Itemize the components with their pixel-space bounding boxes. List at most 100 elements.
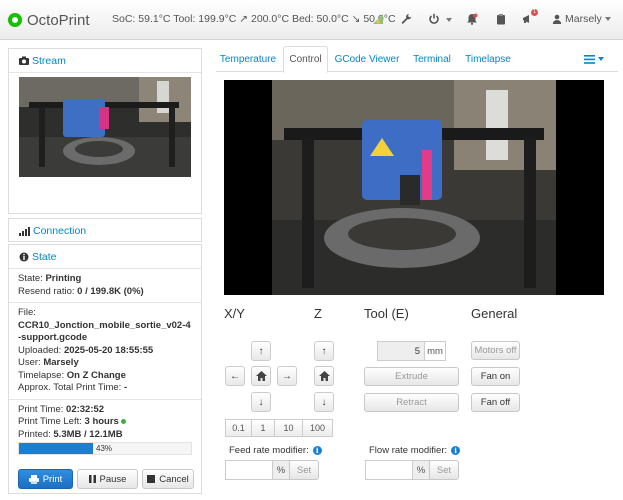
user-value: Marsely bbox=[43, 357, 79, 368]
timelapse-label: Timelapse: bbox=[18, 369, 65, 381]
brand[interactable]: OctoPrint bbox=[8, 11, 90, 29]
printed-label: Printed: bbox=[18, 428, 51, 440]
signal-bars-icon bbox=[19, 226, 30, 236]
octoprint-logo-icon bbox=[8, 13, 22, 27]
connection-panel-header[interactable]: Connection bbox=[9, 219, 201, 243]
info-circle-icon bbox=[19, 252, 29, 262]
main-tabs: Temperature Control GCode Viewer Termina… bbox=[216, 46, 618, 73]
state-details: State: Printing Resend ratio: 0 / 199.8K… bbox=[9, 269, 201, 445]
flow-rate-input[interactable] bbox=[365, 460, 413, 480]
jog-z-plus-button[interactable]: ↑ bbox=[314, 341, 334, 361]
print-time-value: 02:32:52 bbox=[66, 403, 105, 415]
connection-panel: Connection bbox=[8, 218, 202, 242]
time-left-value: 3 hours bbox=[84, 416, 119, 427]
timelapse-value: On Z Change bbox=[66, 369, 126, 381]
connection-title: Connection bbox=[33, 225, 87, 237]
webcam-stream-image bbox=[224, 80, 604, 295]
feed-rate-input[interactable] bbox=[225, 460, 273, 480]
print-button-label: Print bbox=[42, 473, 63, 485]
tab-terminal[interactable]: Terminal bbox=[408, 46, 456, 72]
stream-panel: Stream bbox=[8, 48, 202, 214]
time-left-label: Print Time Left: bbox=[18, 416, 82, 427]
step-size-10[interactable]: 10 bbox=[274, 419, 303, 437]
motors-off-button[interactable]: Motors off bbox=[471, 341, 520, 360]
jog-y-minus-button[interactable]: ↓ bbox=[251, 392, 271, 412]
tool-heading: Tool (E) bbox=[364, 306, 409, 321]
print-button[interactable]: Print bbox=[18, 469, 73, 489]
tab-timelapse[interactable]: Timelapse bbox=[462, 46, 514, 72]
wrench-icon[interactable] bbox=[399, 12, 413, 26]
stop-icon bbox=[147, 475, 156, 483]
jog-x-plus-button[interactable]: → bbox=[277, 366, 297, 386]
flow-rate-label-text: Flow rate modifier: bbox=[369, 445, 448, 456]
camera-icon bbox=[19, 56, 29, 65]
state-line: State: Printing bbox=[18, 273, 192, 286]
stream-title: Stream bbox=[32, 54, 66, 67]
stream-panel-header[interactable]: Stream bbox=[9, 49, 201, 73]
clipboard-icon[interactable] bbox=[494, 12, 508, 26]
announcements-icon[interactable]: 1 bbox=[521, 9, 538, 26]
fan-off-button[interactable]: Fan off bbox=[471, 393, 520, 412]
tab-gcode-viewer[interactable]: GCode Viewer bbox=[332, 46, 402, 72]
extrude-unit: mm bbox=[424, 341, 446, 361]
chevron-down-icon bbox=[604, 17, 611, 21]
feed-rate-set-button[interactable]: Set bbox=[289, 460, 319, 480]
step-size-100[interactable]: 100 bbox=[302, 419, 333, 437]
user-line: User: Marsely bbox=[18, 357, 192, 370]
fan-on-button[interactable]: Fan on bbox=[471, 367, 520, 386]
power-icon[interactable] bbox=[427, 12, 441, 26]
extrude-button[interactable]: Extrude bbox=[364, 367, 459, 386]
file-name: CCR10_Jonction_mobile_sortie_v02-4-suppo… bbox=[18, 320, 192, 345]
flow-rate-set-button[interactable]: Set bbox=[429, 460, 459, 480]
cancel-button[interactable]: Cancel bbox=[142, 469, 194, 489]
jog-x-minus-button[interactable]: ← bbox=[225, 366, 245, 386]
print-progress-fill bbox=[19, 443, 93, 454]
info-icon[interactable]: i bbox=[312, 446, 322, 455]
power-menu-chevron-down-icon[interactable] bbox=[446, 18, 452, 22]
retract-button[interactable]: Retract bbox=[364, 393, 459, 412]
step-size-0-1[interactable]: 0.1 bbox=[225, 419, 252, 437]
notification-count-badge: 1 bbox=[531, 9, 538, 16]
jog-y-plus-button[interactable]: ↑ bbox=[251, 341, 271, 361]
home-z-button[interactable] bbox=[314, 366, 334, 386]
divider bbox=[9, 302, 201, 303]
general-heading: General bbox=[471, 306, 518, 321]
resend-value: 0 / 199.8K (0%) bbox=[77, 285, 144, 297]
tab-control[interactable]: Control bbox=[283, 46, 328, 73]
tabs-overflow-menu[interactable] bbox=[580, 46, 608, 72]
state-value: Printing bbox=[45, 273, 82, 284]
navbar: OctoPrint SoC: 59.1°C Tool: 199.9°C ↗ 20… bbox=[0, 0, 623, 40]
arrow-up-icon: ↑ bbox=[321, 345, 327, 357]
temperature-status[interactable]: SoC: 59.1°C Tool: 199.9°C ↗ 200.0°C Bed:… bbox=[112, 13, 396, 25]
home-xy-button[interactable] bbox=[251, 366, 271, 386]
chevron-down-icon bbox=[598, 57, 604, 61]
approx-time-line: Approx. Total Print Time: - bbox=[18, 382, 192, 395]
print-time-line: Print Time: 02:32:52 bbox=[18, 404, 192, 417]
uploaded-value: 2025-05-20 18:55:55 bbox=[63, 344, 154, 356]
jog-z-minus-button[interactable]: ↓ bbox=[314, 392, 334, 412]
arrow-down-icon: ↓ bbox=[258, 396, 264, 408]
estimate-status-dot bbox=[121, 418, 127, 424]
file-label: File: bbox=[18, 307, 36, 318]
printed-value: 5.3MB / 12.1MB bbox=[53, 428, 123, 440]
notification-bell-icon[interactable] bbox=[465, 12, 479, 26]
arrow-down-icon: ↓ bbox=[321, 396, 327, 408]
tab-temperature[interactable]: Temperature bbox=[216, 46, 280, 72]
user-menu[interactable]: Marsely bbox=[552, 13, 611, 25]
wifi-signal-icon[interactable] bbox=[371, 12, 385, 26]
info-icon[interactable]: i bbox=[451, 446, 461, 455]
cancel-button-label: Cancel bbox=[159, 473, 189, 485]
divider bbox=[9, 398, 201, 400]
z-heading: Z bbox=[314, 306, 322, 321]
home-icon bbox=[318, 371, 330, 381]
webcam-view[interactable] bbox=[224, 80, 604, 295]
print-time-label: Print Time: bbox=[18, 403, 64, 415]
state-panel-header[interactable]: State bbox=[9, 245, 201, 269]
approx-value: - bbox=[123, 382, 128, 393]
step-size-1[interactable]: 1 bbox=[251, 419, 275, 437]
pause-button-label: Pause bbox=[99, 473, 127, 485]
pause-button[interactable]: Pause bbox=[77, 469, 138, 489]
extrude-amount-input[interactable]: 5 bbox=[377, 341, 425, 361]
flow-rate-label: Flow rate modifier: i bbox=[369, 445, 461, 456]
state-panel: State State: Printing Resend ratio: 0 / … bbox=[8, 244, 202, 494]
